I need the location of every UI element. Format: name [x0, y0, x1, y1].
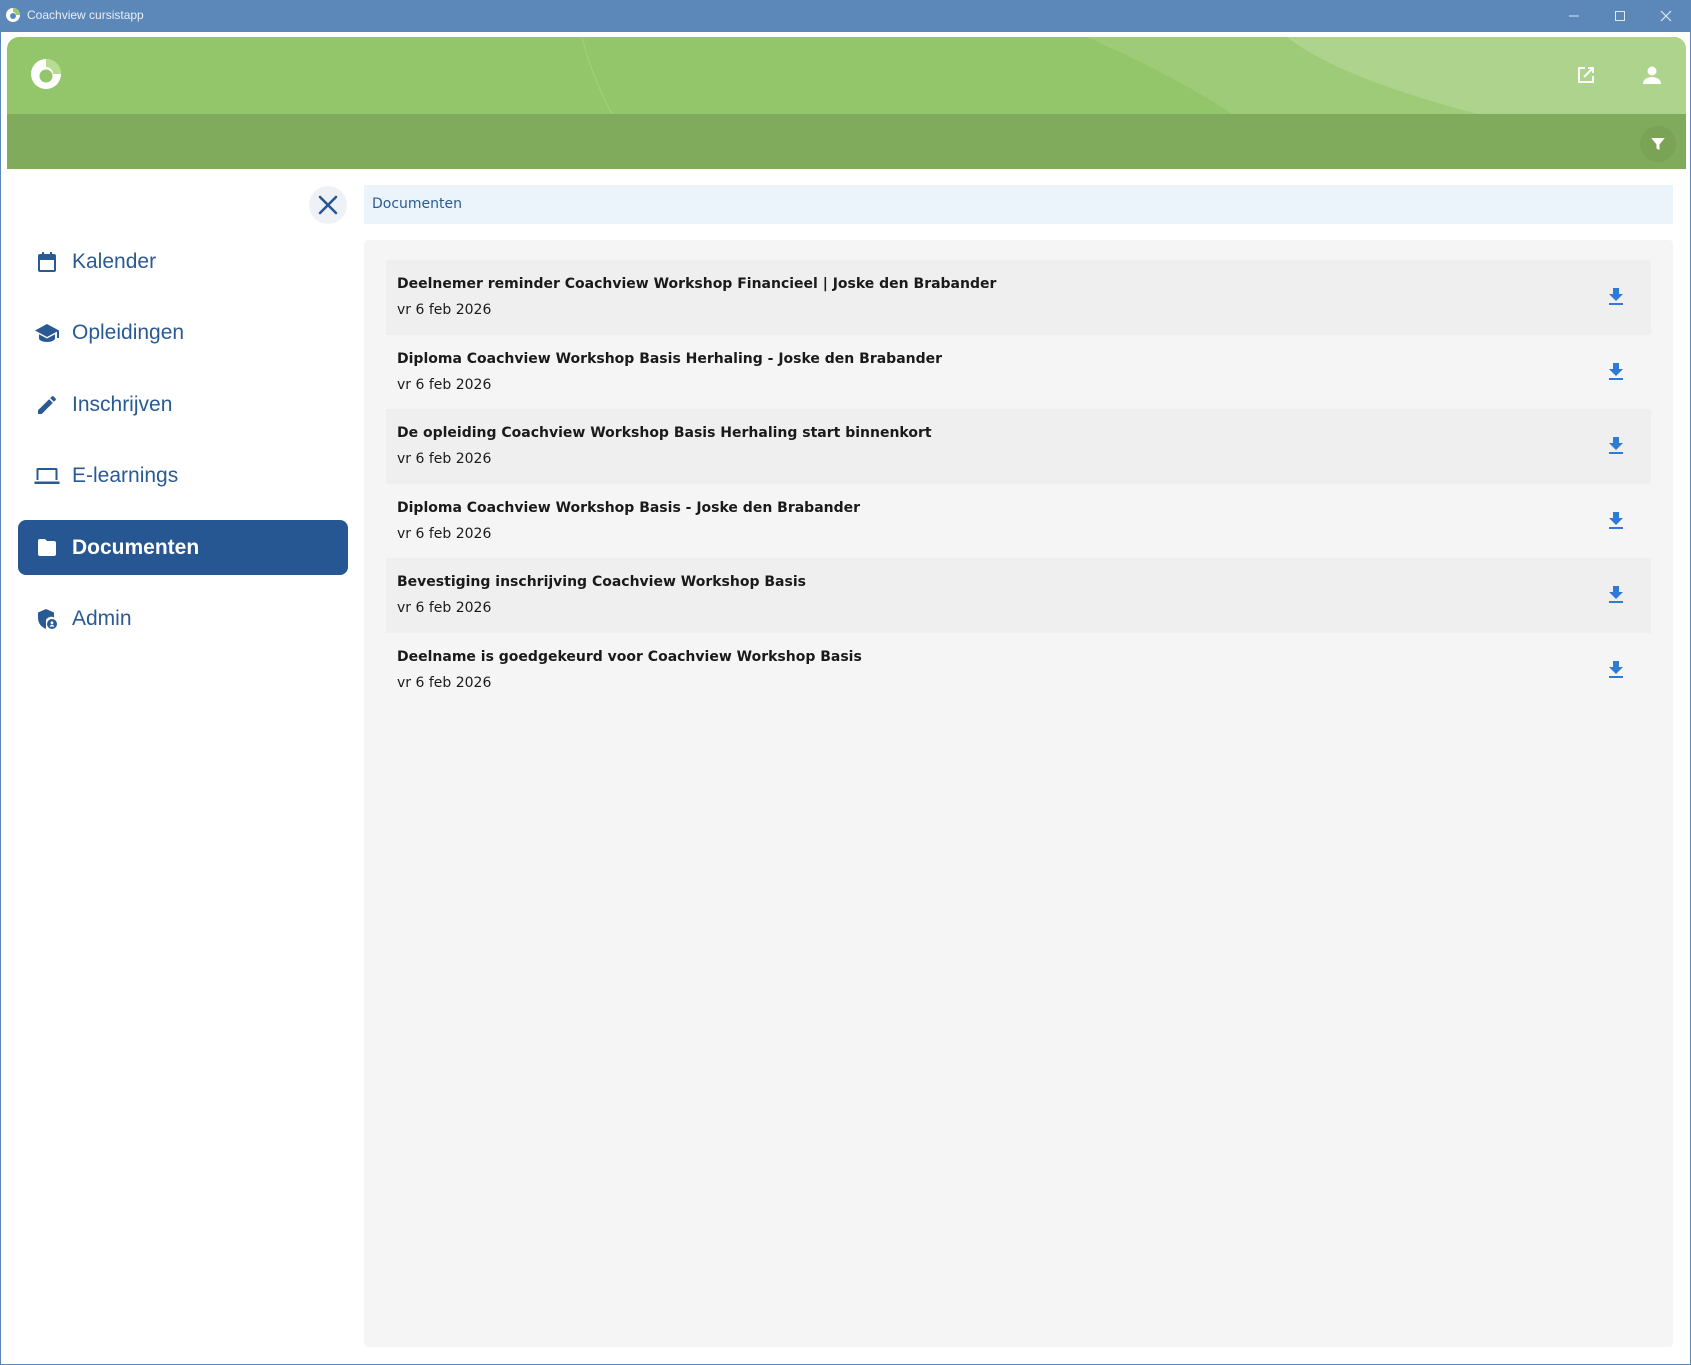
filter-icon — [1651, 138, 1665, 150]
minimize-button[interactable] — [1551, 0, 1597, 32]
sidebar-item-kalender[interactable]: Kalender — [18, 234, 348, 289]
close-window-icon — [1660, 10, 1672, 22]
user-button[interactable] — [1635, 58, 1669, 92]
filter-button[interactable] — [1640, 126, 1676, 162]
list-item[interactable]: De opleiding Coachview Workshop Basis He… — [386, 409, 1651, 484]
sidebar-nav: Kalender Opleidingen Inschrijven E-learn… — [18, 234, 348, 663]
download-button[interactable] — [1603, 508, 1629, 534]
document-list: Deelnemer reminder Coachview Workshop Fi… — [386, 260, 1651, 707]
document-title: Diploma Coachview Workshop Basis - Joske… — [397, 499, 861, 516]
download-button[interactable] — [1603, 582, 1629, 608]
app-logo-icon — [6, 8, 20, 22]
app-subheader — [7, 114, 1686, 169]
document-title: Bevestiging inschrijving Coachview Works… — [397, 574, 806, 590]
download-icon — [1609, 586, 1623, 603]
download-icon — [1609, 362, 1623, 380]
document-date: vr 6 feb 2026 — [397, 376, 492, 393]
sidebar-item-e-learnings[interactable]: E-learnings — [18, 449, 348, 504]
list-item[interactable]: Diploma Coachview Workshop Basis Herhali… — [386, 335, 1651, 410]
document-date: vr 6 feb 2026 — [397, 600, 492, 616]
sidebar-item-documenten[interactable]: Documenten — [18, 520, 348, 575]
laptop-icon — [34, 463, 60, 489]
download-icon — [1609, 660, 1623, 678]
documents-panel: Deelnemer reminder Coachview Workshop Fi… — [364, 240, 1673, 1347]
open-external-button[interactable] — [1569, 58, 1603, 92]
list-item[interactable]: Deelname is goedgekeurd voor Coachview W… — [386, 633, 1651, 708]
window-title: Coachview cursistapp — [27, 8, 144, 22]
sidebar-item-label: Admin — [72, 607, 132, 630]
pencil-icon — [34, 392, 60, 418]
maximize-icon — [1615, 11, 1625, 21]
close-window-button[interactable] — [1643, 0, 1689, 32]
document-title: Deelnemer reminder Coachview Workshop Fi… — [397, 276, 997, 292]
download-icon — [1609, 511, 1623, 529]
sidebar-item-inschrijven[interactable]: Inschrijven — [18, 377, 348, 432]
minimize-icon — [1569, 15, 1579, 17]
document-title: Deelname is goedgekeurd voor Coachview W… — [397, 648, 862, 665]
document-date: vr 6 feb 2026 — [397, 674, 492, 691]
list-item[interactable]: Diploma Coachview Workshop Basis - Joske… — [386, 484, 1651, 559]
app-header — [7, 37, 1686, 114]
list-item[interactable]: Deelnemer reminder Coachview Workshop Fi… — [386, 260, 1651, 335]
sidebar-item-opleidingen[interactable]: Opleidingen — [18, 306, 348, 361]
sidebar-item-admin[interactable]: Admin — [18, 592, 348, 647]
breadcrumb: Documenten — [364, 185, 1673, 224]
breadcrumb-current: Documenten — [372, 196, 463, 212]
folder-icon — [34, 535, 60, 561]
download-button[interactable] — [1603, 433, 1629, 459]
document-date: vr 6 feb 2026 — [397, 451, 492, 467]
open-external-icon — [1578, 67, 1594, 83]
sidebar-item-label: E-learnings — [72, 464, 179, 487]
sidebar-item-label: Kalender — [72, 249, 157, 273]
sidebar-item-label: Inschrijven — [72, 392, 173, 416]
document-date: vr 6 feb 2026 — [397, 302, 492, 318]
user-icon — [1643, 66, 1661, 84]
calendar-icon — [34, 249, 60, 275]
sidebar-item-label: Opleidingen — [72, 321, 185, 344]
sidebar-item-label: Documenten — [72, 535, 200, 559]
header-decoration — [581, 37, 1686, 114]
graduation-cap-icon — [34, 320, 60, 346]
download-button[interactable] — [1603, 284, 1629, 310]
document-title: De opleiding Coachview Workshop Basis He… — [397, 425, 932, 441]
download-button[interactable] — [1603, 657, 1629, 683]
document-date: vr 6 feb 2026 — [397, 525, 492, 542]
close-sidebar-button[interactable] — [309, 186, 347, 224]
download-icon — [1609, 437, 1623, 454]
window-titlebar[interactable]: Coachview cursistapp — [0, 0, 1691, 32]
download-button[interactable] — [1603, 359, 1629, 385]
coachview-logo-icon[interactable] — [29, 57, 63, 91]
document-title: Diploma Coachview Workshop Basis Herhali… — [397, 350, 943, 367]
close-icon — [318, 195, 338, 215]
admin-shield-icon — [34, 606, 60, 632]
list-item[interactable]: Bevestiging inschrijving Coachview Works… — [386, 558, 1651, 633]
download-icon — [1609, 288, 1623, 305]
maximize-button[interactable] — [1597, 0, 1643, 32]
